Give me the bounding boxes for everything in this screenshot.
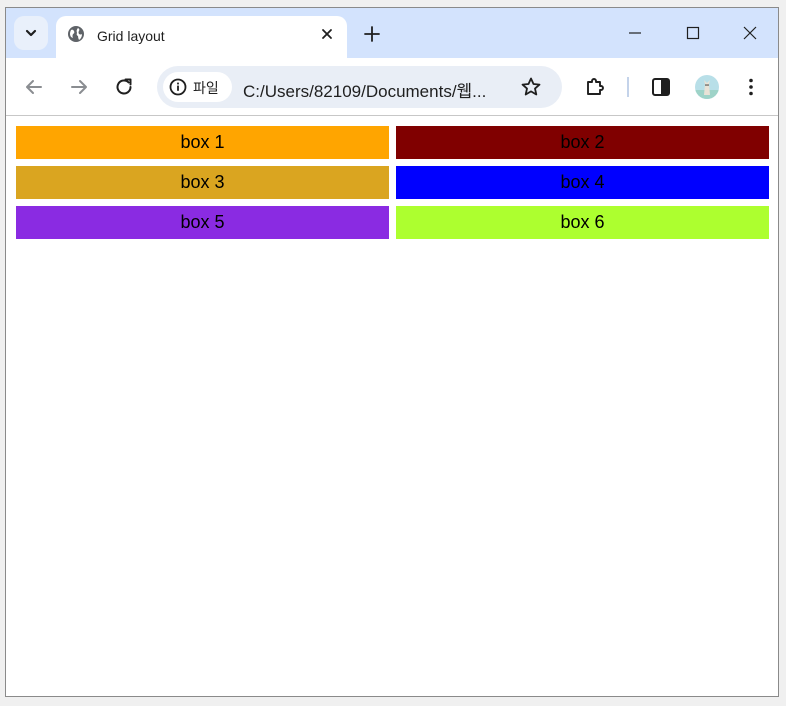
- back-arrow-icon[interactable]: [22, 75, 46, 99]
- url-text[interactable]: C:/Users/82109/Documents/웹...: [243, 77, 486, 102]
- minimize-icon[interactable]: [624, 22, 646, 44]
- grid-box-5: box 5: [16, 206, 389, 239]
- avatar-icon: [695, 80, 719, 99]
- side-panel-icon[interactable]: [649, 75, 673, 99]
- tab-grid-layout[interactable]: Grid layout: [56, 16, 347, 58]
- chevron-down-icon: [25, 29, 37, 37]
- maximize-icon[interactable]: [682, 22, 704, 44]
- tab-strip: Grid layout: [6, 8, 778, 58]
- forward-arrow-icon[interactable]: [67, 75, 91, 99]
- address-bar[interactable]: 파일 C:/Users/82109/Documents/웹...: [157, 66, 562, 108]
- grid-box-1: box 1: [16, 126, 389, 159]
- more-menu-icon[interactable]: [739, 75, 763, 99]
- tab-search-button[interactable]: [14, 16, 48, 50]
- star-icon[interactable]: [519, 75, 543, 99]
- browser-window: Grid layout 파일 C:/Users/82109/Documents/…: [5, 7, 779, 697]
- profile-avatar[interactable]: [695, 75, 719, 99]
- page-content: box 1 box 2 box 3 box 4 box 5 box 6: [6, 116, 778, 696]
- grid-box-3: box 3: [16, 166, 389, 199]
- tab-title: Grid layout: [97, 28, 165, 44]
- reload-icon[interactable]: [112, 75, 136, 99]
- extensions-puzzle-icon[interactable]: [583, 75, 607, 99]
- grid-box-6: box 6: [396, 206, 769, 239]
- window-close-icon[interactable]: [739, 22, 761, 44]
- globe-icon: [68, 26, 84, 42]
- toolbar: 파일 C:/Users/82109/Documents/웹...: [6, 58, 778, 116]
- site-info-label: 파일: [193, 80, 219, 96]
- close-icon[interactable]: [318, 25, 336, 43]
- new-tab-button[interactable]: [361, 23, 383, 45]
- toolbar-divider: [627, 77, 629, 97]
- grid-box-4: box 4: [396, 166, 769, 199]
- grid-container: box 1 box 2 box 3 box 4 box 5 box 6: [16, 126, 770, 239]
- info-icon: [169, 78, 187, 96]
- site-info-chip[interactable]: 파일: [163, 72, 232, 102]
- grid-box-2: box 2: [396, 126, 769, 159]
